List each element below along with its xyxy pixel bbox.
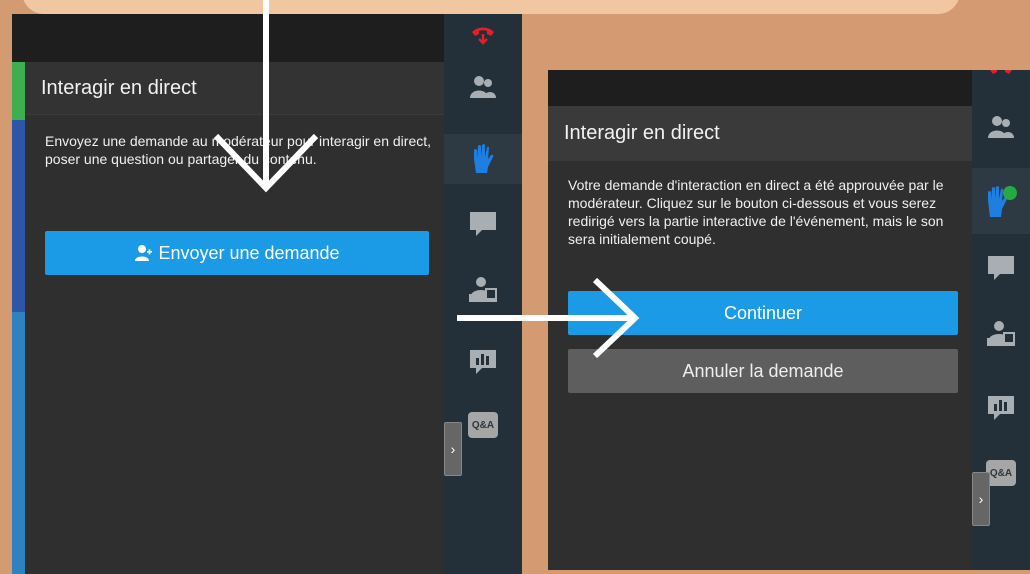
send-request-button[interactable]: Envoyer une demande	[45, 231, 429, 275]
qa-icon: Q&A	[468, 412, 498, 438]
sidebar-item-chat[interactable]	[972, 254, 1030, 282]
sidebar-item-participants[interactable]	[444, 74, 522, 100]
hangup-icon	[472, 27, 494, 45]
sidebar-item-participants[interactable]	[972, 114, 1030, 140]
chat-icon	[470, 212, 496, 236]
collapse-toggle-button[interactable]: ›	[444, 422, 462, 476]
cancel-request-label: Annuler la demande	[682, 360, 844, 381]
chevron-right-icon: ›	[450, 441, 456, 457]
panel-description: Votre demande d'interaction en direct a …	[568, 177, 944, 247]
chevron-right-icon: ›	[978, 491, 984, 507]
raise-hand-icon	[474, 144, 494, 173]
chat-icon	[988, 256, 1014, 280]
down-arrow-icon	[213, 0, 319, 193]
sidebar-item-hangup[interactable]	[972, 70, 1030, 84]
raise-hand-icon	[988, 186, 1017, 217]
panel-title: Interagir en direct	[548, 106, 972, 161]
send-request-label: Envoyer une demande	[158, 242, 340, 263]
share-icon	[987, 321, 1015, 346]
sidebar-item-poll[interactable]	[972, 394, 1030, 422]
top-banner	[22, 0, 960, 14]
hangup-icon	[990, 70, 1012, 74]
status-stripe	[12, 62, 25, 574]
participants-icon	[470, 76, 496, 98]
poll-icon	[988, 396, 1014, 420]
sidebar-item-share[interactable]	[972, 320, 1030, 350]
sidebar-item-hangup[interactable]	[444, 20, 522, 48]
right-arrow-icon	[457, 277, 640, 359]
sidebar-item-raise-hand[interactable]	[972, 168, 1030, 234]
continue-label: Continuer	[723, 302, 803, 323]
sidebar-item-raise-hand[interactable]	[444, 134, 522, 184]
sidebar-item-chat[interactable]	[444, 210, 522, 238]
add-user-icon	[135, 245, 153, 261]
qa-icon: Q&A	[986, 460, 1016, 486]
collapse-toggle-button[interactable]: ›	[972, 472, 990, 526]
panel-topbar	[548, 70, 972, 106]
participants-icon	[988, 116, 1014, 138]
